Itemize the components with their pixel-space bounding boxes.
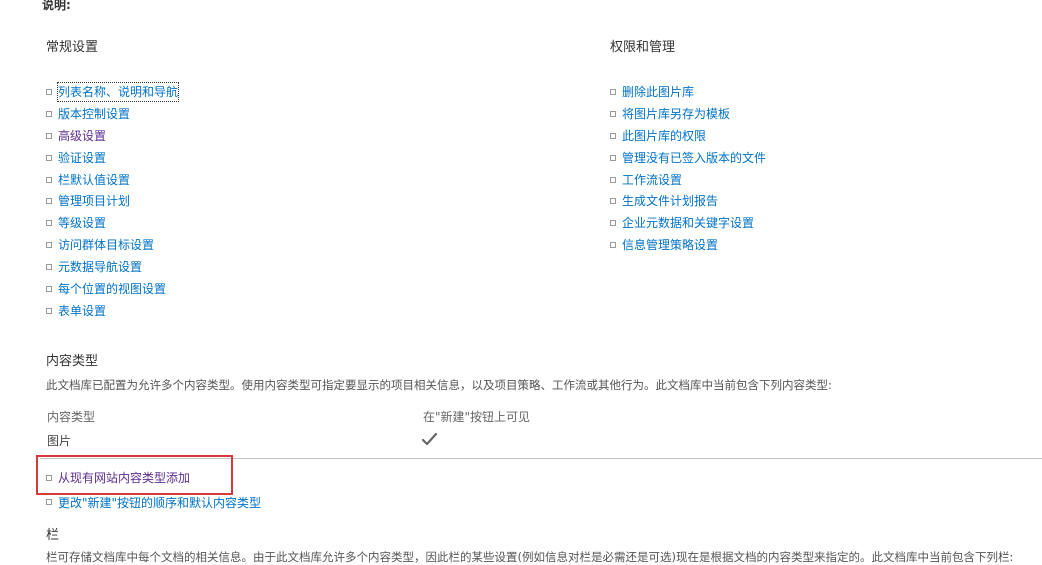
link-library-permissions[interactable]: 此图片库的权限 (622, 127, 706, 145)
link-manage-item-scheduling[interactable]: 管理项目计划 (58, 192, 130, 210)
link-metadata-navigation-settings[interactable]: 元数据导航设置 (58, 258, 142, 276)
bullet-icon (46, 89, 52, 95)
description-label: 说明: (42, 0, 71, 12)
bullet-icon (46, 286, 52, 293)
bullet-icon (610, 198, 616, 205)
content-types-heading: 内容类型 (46, 354, 99, 369)
bullet-icon (46, 198, 52, 205)
link-validation-settings[interactable]: 验证设置 (58, 149, 106, 167)
link-form-settings[interactable]: 表单设置 (58, 302, 106, 320)
link-information-policy-settings[interactable]: 信息管理策略设置 (622, 236, 718, 254)
bullet-icon (46, 498, 52, 505)
bullet-icon (46, 220, 52, 227)
link-enterprise-metadata-keywords[interactable]: 企业元数据和关键字设置 (622, 214, 754, 232)
link-rating-settings[interactable]: 等级设置 (58, 214, 106, 232)
bullet-icon (610, 89, 616, 95)
bullet-icon (610, 242, 616, 249)
column-header-visible-on-new: 在"新建"按钮上可见 (423, 410, 531, 424)
link-versioning-settings[interactable]: 版本控制设置 (58, 105, 130, 123)
content-types-intro: 此文档库已配置为允许多个内容类型。使用内容类型可指定要显示的项目相关信息，以及项… (46, 378, 832, 392)
link-delete-picture-library[interactable]: 删除此图片库 (622, 83, 694, 101)
bullet-icon (610, 110, 616, 117)
checkmark-icon (422, 433, 437, 446)
permissions-management-heading: 权限和管理 (610, 40, 676, 55)
highlight-box (36, 455, 233, 495)
bullet-icon (46, 132, 52, 139)
bullet-icon (610, 154, 616, 161)
link-workflow-settings[interactable]: 工作流设置 (622, 171, 682, 189)
bullet-icon (46, 176, 52, 183)
link-manage-checked-out-files[interactable]: 管理没有已签入版本的文件 (622, 149, 766, 167)
link-list-name-description-navigation[interactable]: 列表名称、说明和导航 (56, 82, 180, 102)
bullet-icon (46, 307, 52, 314)
content-type-picture[interactable]: 图片 (47, 432, 71, 449)
bullet-icon (46, 110, 52, 117)
bullet-icon (610, 220, 616, 227)
link-file-plan-report[interactable]: 生成文件计划报告 (622, 192, 718, 210)
link-advanced-settings[interactable]: 高级设置 (58, 127, 106, 145)
general-settings-heading: 常规设置 (46, 40, 99, 55)
link-per-location-view-settings[interactable]: 每个位置的视图设置 (58, 280, 166, 298)
bullet-icon (46, 242, 52, 249)
link-change-new-button-order[interactable]: 更改"新建"按钮的顺序和默认内容类型 (58, 494, 261, 512)
link-save-as-template[interactable]: 将图片库另存为模板 (622, 105, 730, 123)
link-audience-targeting-settings[interactable]: 访问群体目标设置 (58, 236, 154, 254)
bullet-icon (46, 264, 52, 271)
columns-heading: 栏 (46, 528, 60, 543)
column-header-content-type: 内容类型 (47, 410, 96, 424)
bullet-icon (610, 176, 616, 183)
link-column-default-settings[interactable]: 栏默认值设置 (58, 171, 130, 189)
bullet-icon (46, 154, 52, 161)
bullet-icon (610, 132, 616, 139)
